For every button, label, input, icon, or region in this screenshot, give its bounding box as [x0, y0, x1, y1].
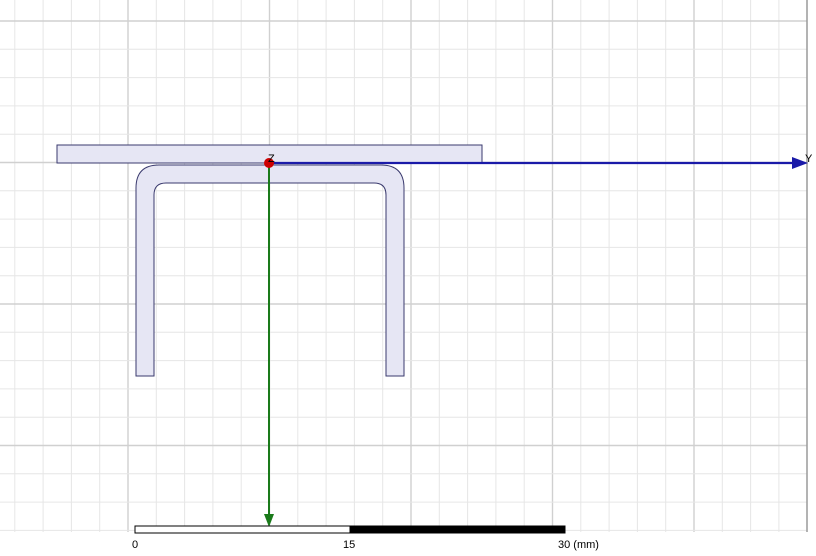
scale-bar: 0 15 30 (mm)	[132, 525, 599, 551]
modeler-viewport[interactable]: Y Z 0 15 30 (mm)	[0, 0, 816, 551]
scale-tick-label: 15	[343, 539, 355, 551]
scale-bar-black-segment	[349, 525, 566, 534]
x-axis-arrowhead	[264, 514, 274, 527]
z-axis-label: Z	[268, 153, 275, 165]
scale-tick-label: 30 (mm)	[558, 539, 599, 551]
coordinate-axes: Y Z	[264, 153, 813, 527]
scale-tick-label: 0	[132, 539, 138, 551]
y-axis-label: Y	[805, 153, 813, 165]
scale-bar-white-segment	[134, 525, 351, 534]
